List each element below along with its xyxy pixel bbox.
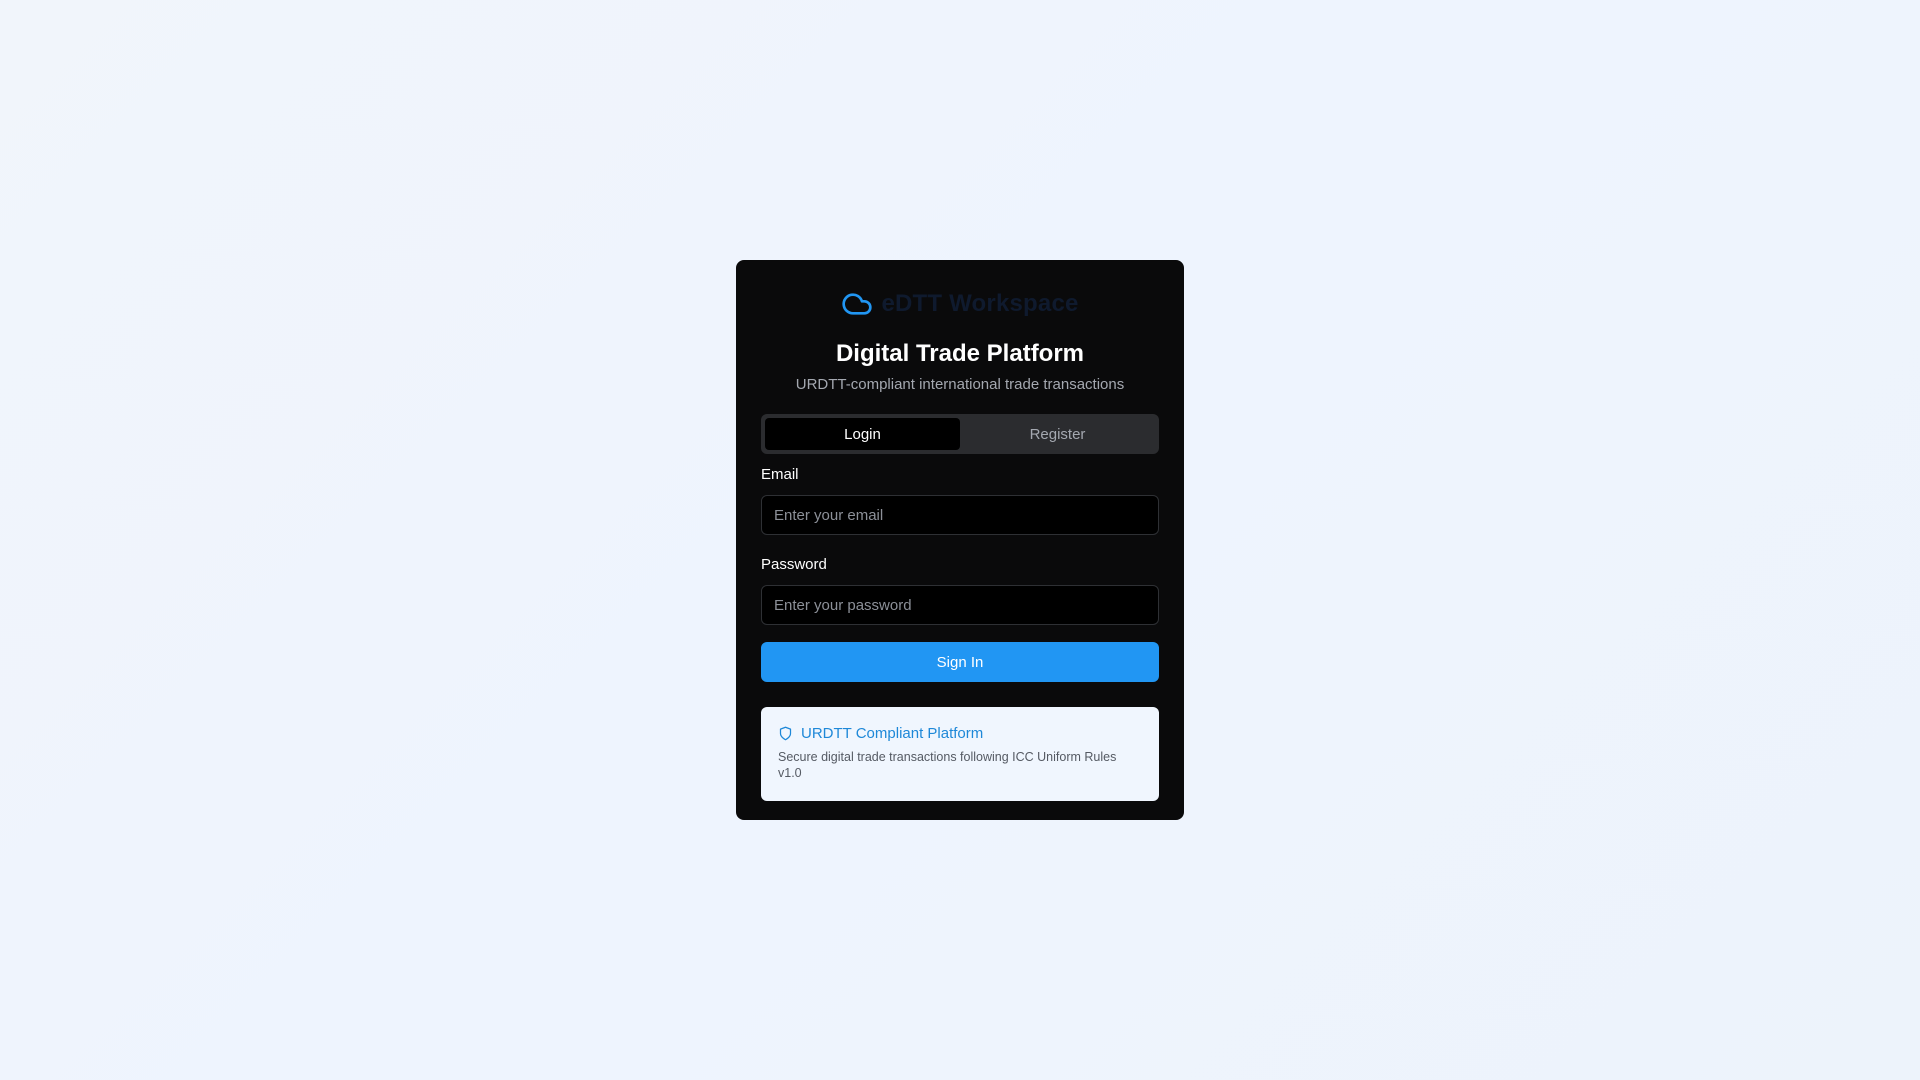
notice-text: Secure digital trade transactions follow…: [778, 750, 1117, 780]
brand-name: eDTT Workspace: [881, 290, 1079, 317]
auth-tabs: Login Register: [761, 414, 1159, 454]
notice-header: URDTT Compliant Platform: [778, 723, 1142, 743]
page-subtitle: URDTT-compliant international trade tran…: [795, 376, 1125, 393]
page-title: Digital Trade Platform: [835, 340, 1085, 367]
login-form: Email Password Sign In: [761, 465, 1159, 682]
notice-title: URDTT Compliant Platform: [801, 724, 984, 742]
auth-card: eDTT Workspace Digital Trade Platform UR…: [736, 260, 1184, 820]
password-field[interactable]: [761, 585, 1159, 625]
shield-icon: [778, 726, 793, 741]
email-field[interactable]: [761, 495, 1159, 535]
sign-in-button[interactable]: Sign In: [761, 642, 1159, 682]
tab-login[interactable]: Login: [765, 418, 960, 450]
cloud-icon: [841, 288, 873, 320]
compliance-notice: URDTT Compliant Platform Secure digital …: [761, 707, 1159, 801]
tab-register[interactable]: Register: [960, 418, 1155, 450]
email-label: Email: [761, 466, 799, 483]
password-label: Password: [761, 556, 827, 573]
brand-header: eDTT Workspace: [761, 288, 1159, 320]
